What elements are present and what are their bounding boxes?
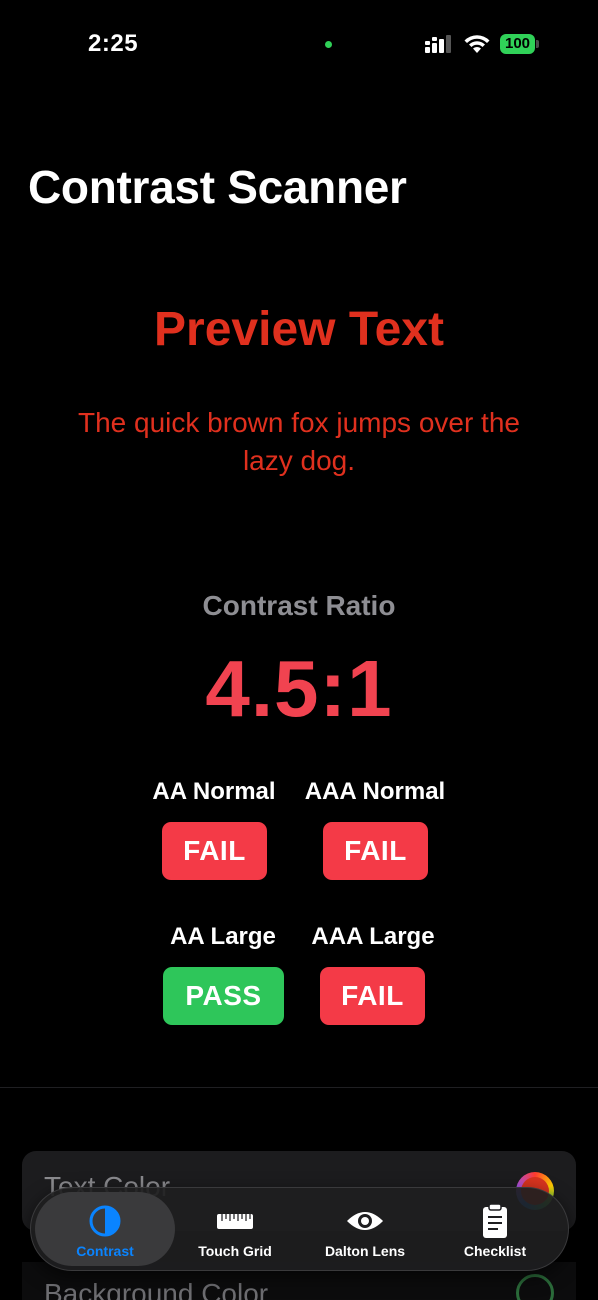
tab-touch-grid[interactable]: Touch Grid xyxy=(165,1192,305,1266)
background-color-picker[interactable] xyxy=(516,1274,554,1300)
tab-contrast[interactable]: Contrast xyxy=(35,1192,175,1266)
background-color-label: Background Color xyxy=(44,1278,269,1300)
status-badge-aaa-normal: FAIL xyxy=(323,822,428,880)
section-divider xyxy=(0,1087,598,1088)
contrast-icon xyxy=(89,1205,121,1237)
level-label-aa-normal: AA Normal xyxy=(152,778,276,805)
status-badge-aa-large: PASS xyxy=(163,967,284,1025)
contrast-ratio-value: 4.5:1 xyxy=(205,644,393,733)
battery-level: 100 xyxy=(500,34,535,54)
tab-bar: Contrast Touch Grid Dalton Lens Checklis… xyxy=(30,1187,569,1271)
level-label-aaa-normal: AAA Normal xyxy=(304,778,446,805)
ruler-icon xyxy=(217,1214,253,1229)
tab-dalton-lens[interactable]: Dalton Lens xyxy=(295,1192,435,1266)
tab-checklist[interactable]: Checklist xyxy=(425,1192,565,1266)
tab-touch-grid-label: Touch Grid xyxy=(198,1243,272,1259)
wifi-icon xyxy=(464,35,490,53)
status-bar: 2:25 100 xyxy=(0,0,598,90)
status-time: 2:25 xyxy=(88,30,139,57)
eye-icon xyxy=(347,1212,383,1230)
cellular-signal-icon xyxy=(425,35,451,53)
level-label-aa-large: AA Large xyxy=(170,923,276,950)
privacy-indicator-dot xyxy=(325,41,332,48)
preview-title: Preview Text xyxy=(154,303,444,356)
status-badge-aaa-large: FAIL xyxy=(320,967,425,1025)
tab-contrast-label: Contrast xyxy=(76,1243,134,1259)
battery-icon: 100 xyxy=(500,34,539,54)
level-label-aaa-large: AAA Large xyxy=(311,923,435,950)
tab-dalton-lens-label: Dalton Lens xyxy=(324,1243,406,1259)
page-title: Contrast Scanner xyxy=(28,161,407,213)
contrast-ratio-label: Contrast Ratio xyxy=(202,590,396,621)
tab-checklist-label: Checklist xyxy=(463,1243,527,1259)
preview-body-text: The quick brown fox jumps over the lazy … xyxy=(78,407,520,476)
status-badge-aa-normal: FAIL xyxy=(162,822,267,880)
clipboard-icon xyxy=(483,1204,507,1238)
